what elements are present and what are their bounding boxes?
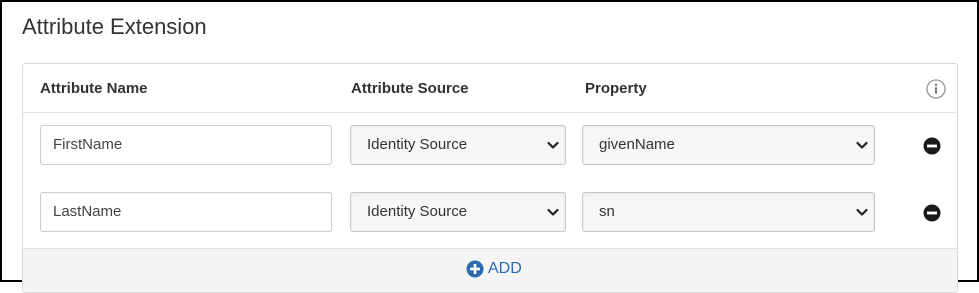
- header-property: Property: [585, 80, 647, 97]
- header-attribute-source: Attribute Source: [351, 80, 469, 97]
- attribute-source-select[interactable]: Identity Source: [350, 192, 566, 232]
- attribute-source-select[interactable]: Identity Source: [350, 125, 566, 165]
- attribute-name-input[interactable]: FirstName: [40, 125, 332, 165]
- table-row: FirstName Identity Source givenName: [23, 125, 957, 167]
- add-button-label: ADD: [488, 260, 522, 277]
- section-title: Attribute Extension: [22, 14, 207, 39]
- property-select[interactable]: givenName: [582, 125, 875, 165]
- header-divider: [23, 112, 957, 113]
- property-select[interactable]: sn: [582, 192, 875, 232]
- chevron-down-icon: [856, 141, 868, 149]
- property-value: givenName: [599, 136, 675, 153]
- table-footer: ADD: [23, 248, 957, 292]
- attribute-source-value: Identity Source: [367, 203, 468, 220]
- chevron-down-icon: [547, 141, 559, 149]
- info-icon[interactable]: [926, 79, 946, 99]
- remove-row-icon[interactable]: [923, 204, 941, 222]
- plus-circle-icon: [466, 260, 484, 278]
- attribute-source-value: Identity Source: [367, 136, 468, 153]
- header-attribute-name: Attribute Name: [40, 80, 148, 97]
- table-row: LastName Identity Source sn: [23, 192, 957, 234]
- attribute-table: Attribute Name Attribute Source Property…: [22, 63, 958, 293]
- chevron-down-icon: [547, 208, 559, 216]
- property-value: sn: [599, 203, 615, 220]
- add-button[interactable]: ADD: [466, 257, 522, 281]
- chevron-down-icon: [856, 208, 868, 216]
- attribute-name-input[interactable]: LastName: [40, 192, 332, 232]
- remove-row-icon[interactable]: [923, 137, 941, 155]
